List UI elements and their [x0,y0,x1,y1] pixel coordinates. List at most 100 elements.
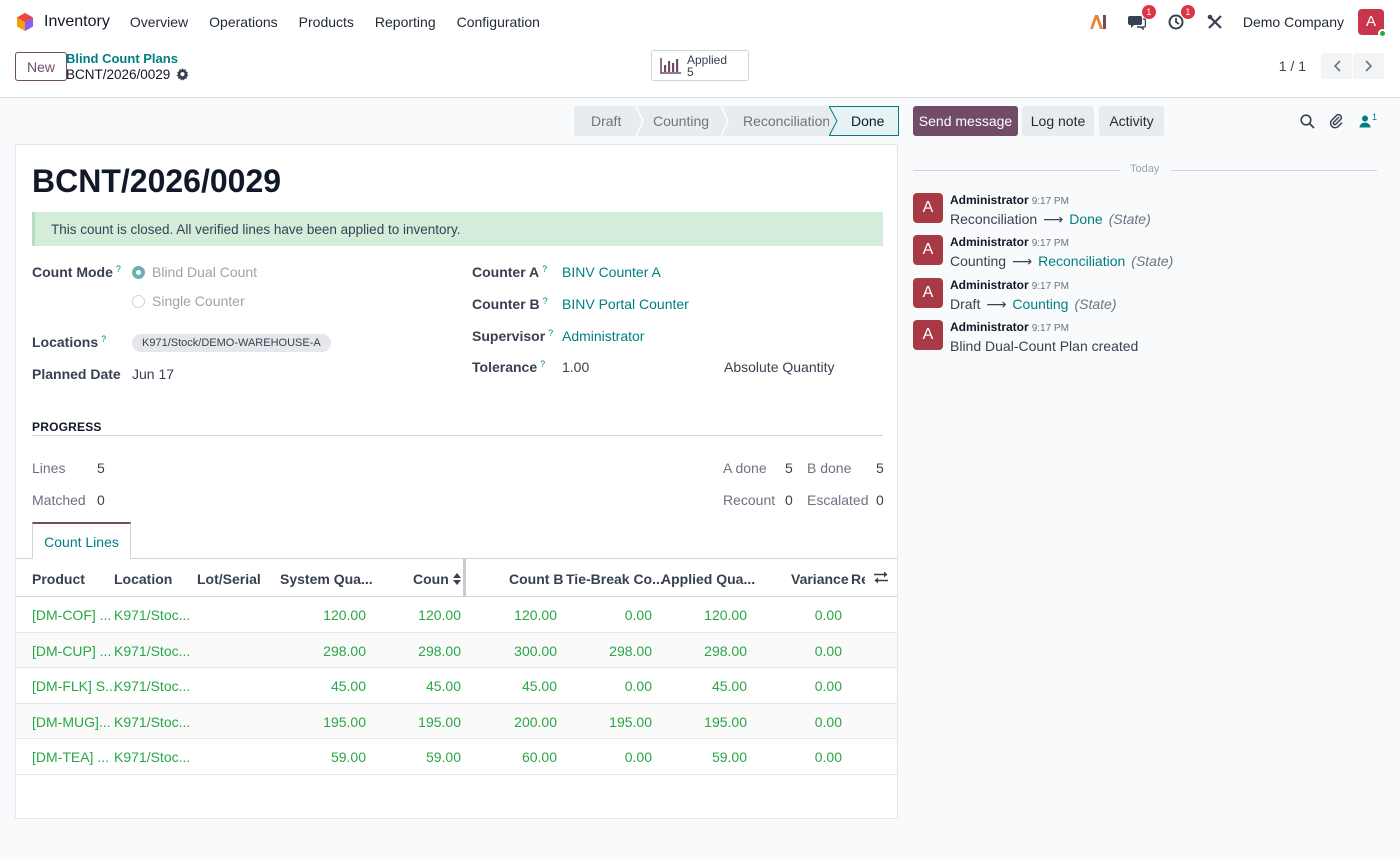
cell-system-quantity: 59.00 [330,749,366,765]
counter-a-link[interactable]: BINV Counter A [562,264,661,280]
separator-line [913,170,1120,171]
help-icon[interactable]: ? [116,264,121,274]
planned-date-label: Planned Date [32,366,121,382]
help-icon[interactable]: ? [543,296,548,306]
supervisor-link[interactable]: Administrator [562,328,644,344]
tolerance-label: Tolerance? [472,359,545,375]
menu-overview[interactable]: Overview [130,14,188,30]
table-row[interactable]: [DM-TEA] ... K971/Stoc... 59.00 59.00 60.00 0… [16,739,897,775]
inventory-app-icon[interactable] [15,12,35,32]
table-row[interactable]: [DM-FLK] S... K971/Stoc... 45.00 45.00 45.00… [16,668,897,704]
message-author[interactable]: Administrator 9:17 PM [950,235,1069,249]
help-icon[interactable]: ? [542,264,547,274]
tracking-change: Counting ⟶ Reconciliation (State) [950,253,1173,270]
cell-variance: 0.00 [814,749,842,765]
arrow-right-icon: ⟶ [1012,253,1033,269]
cell-applied-quantity: 195.00 [704,713,747,730]
column-product[interactable]: Product [32,571,85,587]
column-recount[interactable]: Re [851,571,865,587]
author-name: Administrator [950,235,1029,249]
column-variance[interactable]: Variance [791,571,849,587]
message-time: 9:17 PM [1031,281,1069,292]
optional-columns-toggle-icon[interactable] [874,571,888,587]
cell-location: K971/Stoc... [114,642,191,659]
help-icon[interactable]: ? [101,334,106,344]
old-value: Counting [950,253,1007,269]
planned-date-value[interactable]: Jun 17 [132,366,174,382]
activities-clock-icon[interactable]: 1 [1165,4,1195,33]
column-count-a[interactable]: Coun [413,571,461,587]
breadcrumb-blind-count-plans[interactable]: Blind Count Plans [66,51,178,66]
paperclip-icon[interactable] [1327,112,1345,130]
radio-blind-dual-count[interactable]: Blind Dual Count [132,264,257,280]
cell-system-quantity: 120.00 [323,607,366,623]
company-switcher[interactable]: Demo Company [1243,14,1344,30]
column-location[interactable]: Location [114,571,172,587]
online-status-dot [1378,28,1387,38]
message-author[interactable]: Administrator 9:17 PM [950,320,1069,334]
message-author[interactable]: Administrator 9:17 PM [950,193,1069,207]
message-author[interactable]: Administrator 9:17 PM [950,278,1069,292]
pager-previous-button[interactable] [1321,53,1352,79]
send-message-button[interactable]: Send message [913,106,1018,136]
cell-count-b: 45.00 [521,678,557,694]
author-avatar[interactable]: A [913,278,943,308]
today-separator: Today [913,163,1377,177]
app-name[interactable]: Inventory [44,13,110,31]
activity-button[interactable]: Activity [1099,106,1164,136]
cell-product: [DM-TEA] ... [32,749,109,765]
debug-tools-icon[interactable] [1204,11,1226,33]
stage-counting[interactable]: Counting [644,106,721,136]
messages-icon[interactable]: 1 [1126,4,1156,33]
tab-count-lines[interactable]: Count Lines [32,522,131,559]
log-note-button[interactable]: Log note [1022,106,1094,136]
column-applied-quantity[interactable]: Applied Qua... [661,571,755,587]
menu-products[interactable]: Products [299,14,354,30]
cell-tie-break: 298.00 [609,642,652,659]
cell-product: [DM-COF] ... [32,607,112,623]
author-avatar[interactable]: A [913,320,943,350]
counter-b-link[interactable]: BINV Portal Counter [562,296,689,312]
matched-value: 0 [97,492,105,508]
help-icon[interactable]: ? [548,328,553,338]
gear-icon[interactable] [176,68,189,81]
arrow-right-icon: ⟶ [1043,211,1064,227]
applied-smart-button[interactable]: Applied 5 [651,50,749,81]
help-icon[interactable]: ? [540,359,545,369]
tolerance-type[interactable]: Absolute Quantity [724,359,835,375]
table-row[interactable]: [DM-MUG]... K971/Stoc... 195.00 195.00 200.0… [16,703,897,739]
followers-count: 1 [1371,112,1377,122]
column-tie-break[interactable]: Tie-Break Co... [566,571,664,587]
ai-icon[interactable] [1087,11,1109,33]
pager-next-button[interactable] [1353,53,1384,79]
author-avatar[interactable]: A [913,235,943,265]
author-avatar[interactable]: A [913,193,943,223]
column-system-quantity[interactable]: System Qua... [280,571,373,587]
search-icon[interactable] [1298,112,1316,130]
table-row[interactable]: [DM-COF] ... K971/Stoc... 120.00 120.00 120.… [16,597,897,633]
stage-done[interactable]: Done [829,106,899,136]
count-mode-label-text: Count Mode [32,264,113,280]
activities-badge: 1 [1180,4,1195,19]
column-lot-serial[interactable]: Lot/Serial [197,571,261,587]
b-done-label: B done [807,460,852,476]
cell-tie-break: 0.00 [624,749,652,765]
column-count-b[interactable]: Count B [509,571,563,587]
location-tag[interactable]: K971/Stock/DEMO-WAREHOUSE-A [132,334,331,352]
table-row[interactable]: [DM-CUP] ... K971/Stoc... 298.00 298.00 300.… [16,632,897,668]
stage-reconciliation-label: Reconciliation [743,113,831,129]
menu-operations[interactable]: Operations [209,14,277,30]
user-avatar[interactable]: A [1358,8,1387,38]
tolerance-value[interactable]: 1.00 [562,359,589,375]
menu-configuration[interactable]: Configuration [457,14,540,30]
column-resize-handle[interactable] [463,559,466,597]
radio-single-counter[interactable]: Single Counter [132,293,245,309]
top-navbar: Inventory Overview Operations Products R… [0,0,1400,43]
menu-reporting[interactable]: Reporting [375,14,436,30]
stage-reconciliation[interactable]: Reconciliation [729,106,831,136]
new-button[interactable]: New [15,52,68,81]
stage-counting-label: Counting [653,113,710,129]
stage-draft[interactable]: Draft [574,106,636,136]
smart-button-label: Applied [687,52,728,67]
followers-icon[interactable]: 1 [1356,112,1380,130]
